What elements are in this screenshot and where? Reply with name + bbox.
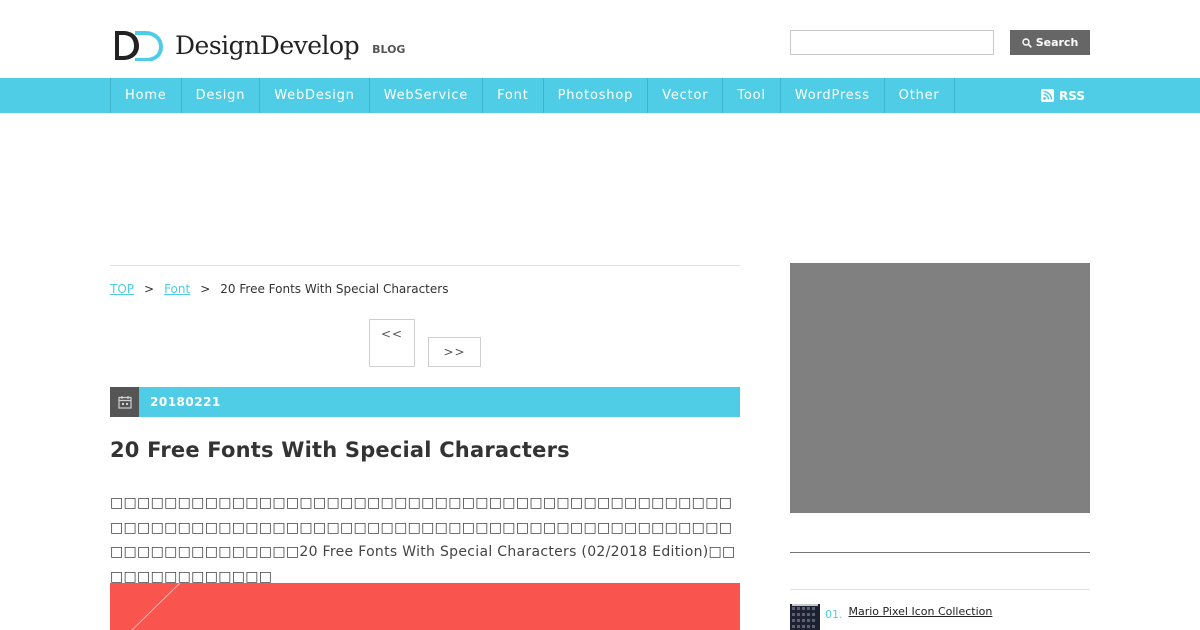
nav-item-vector[interactable]: Vector	[648, 78, 724, 113]
calendar-icon	[110, 387, 139, 417]
site-logo[interactable]: DesignDevelop BLOG	[113, 27, 406, 62]
breadcrumb-separator: >	[144, 282, 155, 296]
nav-item-tool[interactable]: Tool	[723, 78, 781, 113]
nav-item-other[interactable]: Other	[885, 78, 955, 113]
search-button-label: Search	[1035, 36, 1079, 49]
nav-item-photoshop[interactable]: Photoshop	[544, 78, 649, 113]
breadcrumb-category-link[interactable]: Font	[164, 282, 190, 296]
search-icon	[1022, 37, 1032, 48]
sidebar-divider	[790, 552, 1090, 553]
breadcrumb-separator: >	[200, 282, 211, 296]
nav-item-font[interactable]: Font	[483, 78, 544, 113]
ranking-thumbnail	[790, 604, 820, 630]
rss-link[interactable]: RSS	[1041, 78, 1085, 113]
ranking-item[interactable]: 01. Mario Pixel Icon Collection	[790, 604, 1012, 630]
logo-name: DesignDevelop	[175, 31, 360, 60]
logo-mark-icon	[113, 29, 165, 62]
breadcrumb-current: 20 Free Fonts With Special Characters	[220, 282, 449, 296]
prev-post-button[interactable]: <<	[369, 319, 415, 367]
nav-item-webservice[interactable]: WebService	[370, 78, 484, 113]
featured-image-graphic	[131, 583, 181, 630]
sidebar-divider	[790, 589, 1090, 590]
rss-label: RSS	[1059, 88, 1085, 103]
next-post-button[interactable]: >>	[428, 337, 481, 367]
breadcrumb: TOP > Font > 20 Free Fonts With Special …	[110, 282, 448, 296]
search-input[interactable]	[790, 30, 994, 55]
ranking-title: Mario Pixel Icon Collection	[848, 605, 993, 618]
sidebar-ad	[790, 263, 1090, 513]
breadcrumb-top-link[interactable]: TOP	[110, 282, 134, 296]
main-nav: Home Design WebDesign WebService Font Ph…	[0, 78, 1200, 113]
ranking-number: 01.	[825, 608, 843, 621]
site-header: DesignDevelop BLOG Search	[0, 0, 1200, 78]
nav-list: Home Design WebDesign WebService Font Ph…	[110, 78, 955, 113]
post-date: 20180221	[150, 395, 221, 409]
search-button[interactable]: Search	[1010, 30, 1090, 55]
nav-item-webdesign[interactable]: WebDesign	[260, 78, 370, 113]
nav-item-wordpress[interactable]: WordPress	[781, 78, 885, 113]
post-date-bar: 20180221	[110, 387, 740, 417]
post-excerpt: □□□□□□□□□□□□□□□□□□□□□□□□□□□□□□□□□□□□□□□□…	[110, 495, 736, 585]
logo-blog-label: BLOG	[372, 43, 406, 56]
rss-icon	[1041, 89, 1054, 102]
nav-item-design[interactable]: Design	[182, 78, 261, 113]
post-title: 20 Free Fonts With Special Characters	[110, 438, 570, 462]
nav-item-home[interactable]: Home	[111, 78, 182, 113]
content-divider	[110, 265, 740, 266]
post-featured-image	[110, 583, 740, 630]
